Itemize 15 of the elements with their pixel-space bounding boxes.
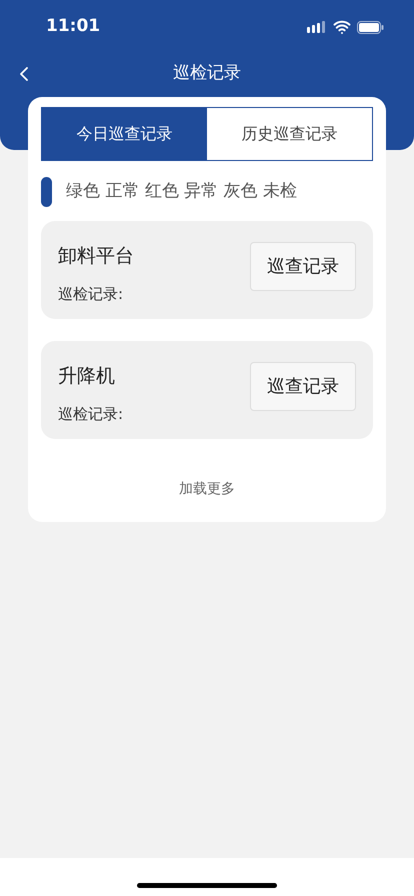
record-name: 升降机 bbox=[58, 364, 116, 389]
inspection-record-button[interactable]: 巡查记录 bbox=[250, 242, 356, 291]
load-more-link[interactable]: 加载更多 bbox=[179, 479, 235, 500]
record-name: 卸料平台 bbox=[58, 244, 134, 269]
tab[interactable]: 今日巡查记录 bbox=[42, 108, 207, 160]
wifi-icon bbox=[333, 18, 351, 36]
signal-icon bbox=[307, 21, 327, 33]
record-note: 巡检记录: bbox=[58, 404, 124, 424]
record-note: 巡检记录: bbox=[58, 284, 124, 304]
battery-icon bbox=[357, 20, 384, 34]
legend-text: 绿色 正常 红色 异常 灰色 未检 bbox=[66, 180, 298, 204]
inspection-record-button[interactable]: 巡查记录 bbox=[250, 362, 356, 411]
status-time: 11:01 bbox=[46, 15, 100, 38]
page-title: 巡检记录 bbox=[173, 62, 241, 86]
legend-marker bbox=[41, 177, 52, 207]
